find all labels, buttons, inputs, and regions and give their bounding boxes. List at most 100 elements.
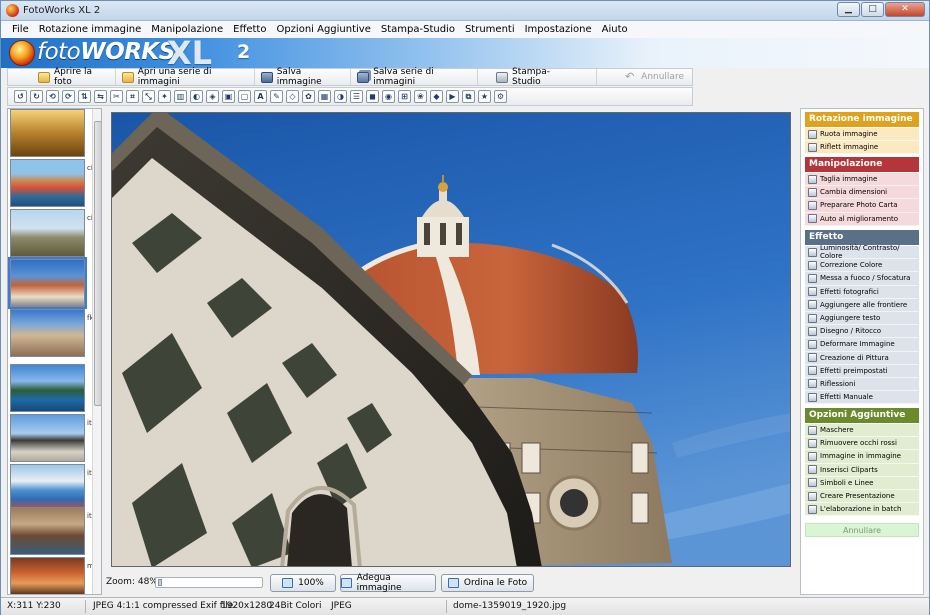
- thumbnail[interactable]: [10, 109, 85, 157]
- panel-task-item[interactable]: Luminosità/ Contrasto/ Colore: [805, 244, 919, 260]
- insert-image-icon[interactable]: ⊞: [398, 90, 411, 103]
- reflect-icon[interactable]: ◑: [334, 90, 347, 103]
- panel-task-item[interactable]: Creazione di Pittura: [805, 352, 919, 365]
- zoom-100-button[interactable]: 100%: [270, 574, 336, 592]
- panel-task-item[interactable]: Preparare Photo Carta: [805, 199, 919, 213]
- panel-task-item[interactable]: Aggiungere alle frontiere: [805, 299, 919, 312]
- panel-task-item[interactable]: Simboli e Linee: [805, 477, 919, 490]
- panel-task-item[interactable]: Riflett immagine: [805, 141, 919, 155]
- photo-canvas[interactable]: [111, 112, 791, 567]
- thumbnail[interactable]: [10, 557, 85, 594]
- menu-manipulation[interactable]: Manipolazione: [146, 24, 228, 35]
- panel-task-item[interactable]: Maschere: [805, 424, 919, 438]
- open-series-button[interactable]: Apri una serie di immagini: [116, 67, 255, 87]
- thumbnail[interactable]: [10, 464, 85, 512]
- redeye-icon[interactable]: ◉: [382, 90, 395, 103]
- settings-icon[interactable]: ⚙: [494, 90, 507, 103]
- deform-icon[interactable]: ◇: [286, 90, 299, 103]
- sharpen-icon[interactable]: ◈: [206, 90, 219, 103]
- panel-task-item[interactable]: Riflessioni: [805, 378, 919, 392]
- panel-task-item[interactable]: Inserisci Cliparts: [805, 464, 919, 477]
- fit-image-button[interactable]: Adegua immagine: [340, 573, 436, 593]
- close-button[interactable]: ✕: [885, 2, 925, 17]
- minimize-button[interactable]: ▁: [837, 2, 860, 17]
- thumbnail[interactable]: [10, 209, 85, 257]
- thumbnail[interactable]: [10, 507, 85, 555]
- mirror-icon[interactable]: ⇆: [94, 90, 107, 103]
- preset-icon[interactable]: ▦: [318, 90, 331, 103]
- undo-button[interactable]: ↶ Annullare: [619, 69, 692, 85]
- panel-task-item[interactable]: Effetti fotografici: [805, 286, 919, 299]
- maximize-button[interactable]: □: [861, 2, 884, 17]
- zoom-slider-knob[interactable]: [158, 579, 162, 586]
- menu-help[interactable]: Aiuto: [597, 24, 633, 35]
- flip-icon[interactable]: ⇅: [78, 90, 91, 103]
- panel-task-item[interactable]: Cambia dimensioni: [805, 186, 919, 200]
- save-series-button[interactable]: Salva serie di immagini: [351, 67, 478, 87]
- thumbnail[interactable]: [10, 309, 85, 357]
- panel-task-item[interactable]: Auto al miglioramento: [805, 213, 919, 226]
- clipart-icon[interactable]: ❀: [414, 90, 427, 103]
- photo-effect-icon[interactable]: ▣: [222, 90, 235, 103]
- panel-undo-button[interactable]: Annullare: [805, 523, 919, 537]
- panel-task-item[interactable]: Effetti preimpostati: [805, 365, 919, 378]
- menu-file[interactable]: File: [7, 24, 34, 35]
- menu-tools[interactable]: Strumenti: [460, 24, 520, 35]
- star-icon[interactable]: ★: [478, 90, 491, 103]
- panel-task-item[interactable]: Creare Presentazione: [805, 490, 919, 504]
- panel-task-item[interactable]: Immagine in immagine: [805, 450, 919, 464]
- panel-task-item[interactable]: Taglia immagine: [805, 173, 919, 187]
- menu-effect[interactable]: Effetto: [228, 24, 271, 35]
- thumbnail-scrollbar[interactable]: [92, 109, 101, 594]
- panel-task-item[interactable]: Disegno / Ritocco: [805, 325, 919, 339]
- thumbnail[interactable]: [10, 364, 85, 412]
- rotate-right-icon[interactable]: ↻: [30, 90, 43, 103]
- rotate-left-icon[interactable]: ↺: [14, 90, 27, 103]
- paint-icon[interactable]: ✿: [302, 90, 315, 103]
- panel-task-item[interactable]: Aggiungere testo: [805, 312, 919, 326]
- panel-task-item[interactable]: Deformare Immagine: [805, 338, 919, 352]
- panel-group-header[interactable]: Manipolazione: [805, 157, 919, 172]
- draw-icon[interactable]: ✎: [270, 90, 283, 103]
- rotate-ccw-icon[interactable]: ⟲: [46, 90, 59, 103]
- panel-task-item[interactable]: Correzione Colore: [805, 259, 919, 273]
- mask-icon[interactable]: ◼: [366, 90, 379, 103]
- print-studio-button[interactable]: Stampa-Studio: [478, 67, 598, 87]
- batch-icon[interactable]: ⧉: [462, 90, 475, 103]
- sort-photos-button[interactable]: Ordina le Foto: [441, 574, 534, 592]
- menu-print-studio[interactable]: Stampa-Studio: [376, 24, 460, 35]
- menu-options[interactable]: Opzioni Aggiuntive: [271, 24, 375, 35]
- symbol-icon[interactable]: ◆: [430, 90, 443, 103]
- task-label: Deformare Immagine: [820, 340, 895, 349]
- thumbnail-strip[interactable]: ci ci fk ita ita ita m: [7, 108, 102, 595]
- open-photo-button[interactable]: Aprire la foto: [8, 67, 116, 87]
- zoom-slider[interactable]: [155, 577, 263, 588]
- panel-group-header[interactable]: Rotazione immagine: [805, 112, 919, 127]
- levels-icon[interactable]: ▥: [174, 90, 187, 103]
- cut-icon[interactable]: ✂: [110, 90, 123, 103]
- rotate-cw-icon[interactable]: ⟳: [62, 90, 75, 103]
- thumbnail[interactable]: [10, 414, 85, 462]
- panel-group-header[interactable]: Opzioni Aggiuntive: [805, 408, 919, 423]
- panel-task-item[interactable]: Messa a fuoco / Sfocatura: [805, 272, 919, 286]
- color-icon[interactable]: ◐: [190, 90, 203, 103]
- resize-icon[interactable]: ⤡: [142, 90, 155, 103]
- presentation-icon[interactable]: ▶: [446, 90, 459, 103]
- text-icon[interactable]: A: [254, 90, 267, 103]
- panel-task-item[interactable]: Effetti Manuale: [805, 391, 919, 405]
- panel-task-item[interactable]: Ruota immagine: [805, 128, 919, 142]
- menu-rotation[interactable]: Rotazione immagine: [34, 24, 147, 35]
- crop-icon[interactable]: ⌗: [126, 90, 139, 103]
- panel-task-item[interactable]: Rimuovere occhi rossi: [805, 437, 919, 451]
- frame-icon[interactable]: ▢: [238, 90, 251, 103]
- panel-task-item[interactable]: L'elaborazione in batch: [805, 503, 919, 517]
- wand-icon[interactable]: ✦: [158, 90, 171, 103]
- save-image-button[interactable]: Salva immagine: [255, 67, 352, 87]
- thumbnail[interactable]: [10, 159, 85, 207]
- scrollbar-thumb[interactable]: [94, 121, 101, 406]
- menu-settings[interactable]: Impostazione: [520, 24, 597, 35]
- status-bar: X:311 Y:230 JPEG 4:1:1 compressed Exif f…: [1, 597, 929, 615]
- panel-group-header[interactable]: Effetto: [805, 230, 919, 245]
- thumbnail-selected[interactable]: [8, 257, 87, 309]
- manual-icon[interactable]: ☰: [350, 90, 363, 103]
